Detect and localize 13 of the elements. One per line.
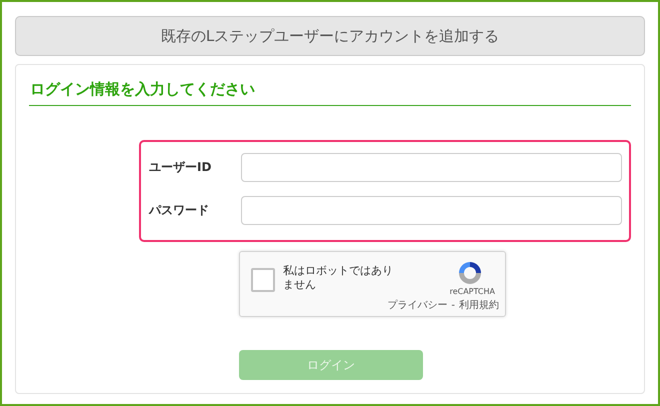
link-separator: - [451,298,455,312]
section-title: ログイン情報を入力してください [29,79,255,100]
recaptcha-logo-icon [457,260,483,286]
field-label: パスワード [149,202,210,219]
recaptcha-label: 私はロボットではありません [283,264,394,294]
field-label: ユーザーID [149,159,212,176]
recaptcha-brand: reCAPTCHA [450,286,495,298]
terms-link[interactable]: 利用規約 [459,298,499,312]
input-field[interactable] [241,196,622,224]
privacy-link[interactable]: プライバシー [387,298,448,312]
add-account-button[interactable]: 既存のLステップユーザーにアカウントを追加する [15,16,645,56]
input-field[interactable] [241,152,622,182]
recaptcha-checkbox[interactable] [251,268,275,292]
